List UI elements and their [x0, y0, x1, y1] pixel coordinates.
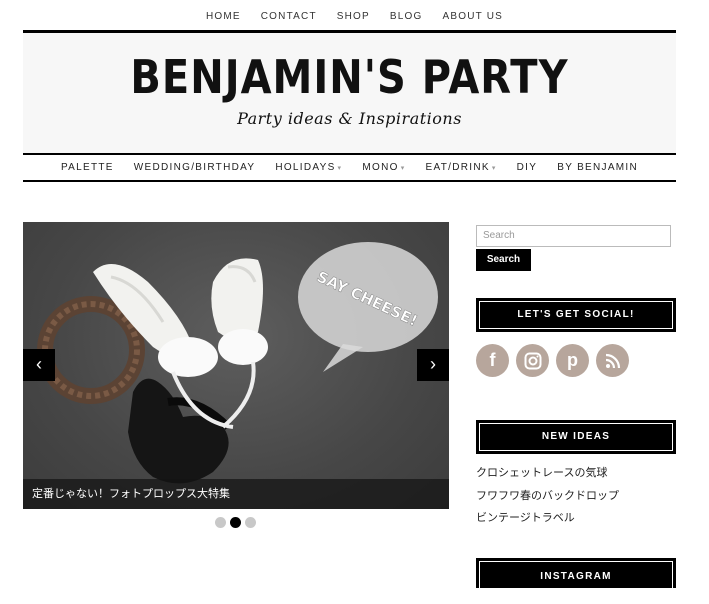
- slider-dots: [215, 517, 256, 528]
- main-nav-palette[interactable]: PALETTE: [61, 162, 114, 173]
- main-nav-holidays[interactable]: HOLIDAYS ▾: [275, 162, 342, 173]
- facebook-icon[interactable]: f: [476, 344, 509, 377]
- site-header: BENJAMIN'S PARTY Party ideas & Inspirati…: [23, 30, 676, 154]
- search-input[interactable]: Search: [476, 225, 671, 247]
- slide-image[interactable]: SAY CHEESE!: [23, 222, 449, 509]
- slider-dot-3[interactable]: [245, 517, 256, 528]
- search-button[interactable]: Search: [476, 249, 531, 271]
- main-nav-wedding-birthday[interactable]: WEDDING/BIRTHDAY: [134, 162, 256, 173]
- top-nav-shop[interactable]: SHOP: [337, 8, 370, 26]
- main-nav-eat-drink[interactable]: EAT/DRINK ▾: [426, 162, 497, 173]
- main-nav-mono[interactable]: MONO ▾: [362, 162, 405, 173]
- main-nav: PALETTE WEDDING/BIRTHDAY HOLIDAYS ▾ MONO ▾…: [23, 153, 676, 182]
- instagram-widget-title: INSTAGRAM: [476, 558, 676, 588]
- rss-icon[interactable]: [596, 344, 629, 377]
- instagram-icon[interactable]: [516, 344, 549, 377]
- top-nav: HOME CONTACT SHOP BLOG ABOUT US: [0, 8, 709, 26]
- featured-slider[interactable]: SAY CHEESE! ‹ › 定番じゃない！フォトプロップス大特集: [23, 222, 449, 509]
- slider-prev-button[interactable]: ‹: [23, 349, 55, 381]
- new-ideas-list: クロシェットレースの気球 フワフワ春のバックドロップ ビンテージトラベル: [476, 466, 619, 534]
- slider-next-button[interactable]: ›: [417, 349, 449, 381]
- slider-dot-1[interactable]: [215, 517, 226, 528]
- dropdown-caret-icon: ▾: [491, 165, 497, 172]
- idea-link[interactable]: フワフワ春のバックドロップ: [476, 489, 619, 512]
- top-nav-about-us[interactable]: ABOUT US: [443, 8, 504, 26]
- main-nav-diy[interactable]: DIY: [517, 162, 538, 173]
- site-title[interactable]: BENJAMIN'S PARTY: [23, 52, 676, 105]
- dropdown-caret-icon: ▾: [400, 165, 406, 172]
- social-widget-title: LET'S GET SOCIAL!: [476, 298, 676, 332]
- new-ideas-widget-title: NEW IDEAS: [476, 420, 676, 454]
- top-nav-blog[interactable]: BLOG: [390, 8, 423, 26]
- dropdown-caret-icon: ▾: [337, 165, 343, 172]
- main-nav-by-benjamin[interactable]: BY BENJAMIN: [557, 162, 638, 173]
- site-tagline: Party ideas & Inspirations: [237, 109, 462, 128]
- top-nav-contact[interactable]: CONTACT: [261, 8, 317, 26]
- pinterest-icon[interactable]: p: [556, 344, 589, 377]
- slider-dot-2[interactable]: [230, 517, 241, 528]
- idea-link[interactable]: ビンテージトラベル: [476, 511, 619, 534]
- social-icons: f p: [476, 344, 629, 377]
- slide-caption[interactable]: 定番じゃない！フォトプロップス大特集: [23, 479, 449, 509]
- idea-link[interactable]: クロシェットレースの気球: [476, 466, 619, 489]
- top-nav-home[interactable]: HOME: [206, 8, 241, 26]
